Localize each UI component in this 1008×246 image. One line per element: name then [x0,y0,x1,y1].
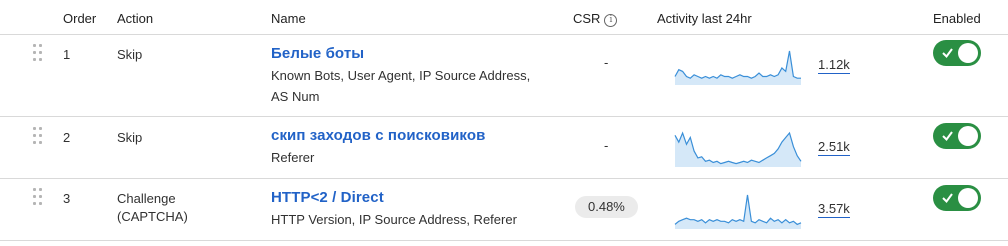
check-icon [942,48,953,59]
row-action-detail: (CAPTCHA) [117,209,188,224]
header-order[interactable]: Order [63,11,96,26]
rule-fields-continued: AS Num [271,89,320,104]
table-row: 2 Skip скип заходов с поисковиков Refere… [0,117,1008,179]
csr-value: - [604,138,609,153]
table-row: 3 Challenge (CAPTCHA) HTTP<2 / Direct HT… [0,179,1008,241]
drag-handle-icon[interactable] [33,127,43,147]
rule-name-link[interactable]: Белые боты [271,45,530,62]
row-action: Skip [117,130,143,145]
check-icon [942,131,953,142]
enabled-toggle[interactable] [933,40,981,66]
row-action: Challenge [117,191,176,206]
table-row: 1 Skip Белые боты Known Bots, User Agent… [0,35,1008,117]
row-order: 1 [63,47,71,62]
rules-table: Order Action Name CSR i Activity last 24h… [0,0,1008,246]
sparkline-area [675,195,801,229]
header-action[interactable]: Action [117,11,153,26]
activity-sparkline [674,131,802,167]
activity-count-link[interactable]: 2.51k [818,139,850,156]
rule-fields: Known Bots, User Agent, IP Source Addres… [271,68,531,83]
row-order: 3 [63,191,71,206]
rule-name-link[interactable]: скип заходов с поисковиков [271,127,485,144]
activity-sparkline [674,194,802,229]
header-csr-label: CSR [573,11,601,26]
drag-handle-icon[interactable] [33,44,43,64]
header-enabled: Enabled [933,11,981,26]
sparkline-line [674,194,802,226]
info-icon[interactable]: i [604,14,618,27]
table-header: Order Action Name CSR i Activity last 24h… [0,0,1008,35]
rule-fields: HTTP Version, IP Source Address, Referer [271,212,517,227]
row-order: 2 [63,130,71,145]
enabled-toggle[interactable] [933,185,981,211]
activity-count-link[interactable]: 1.12k [818,57,850,74]
drag-handle-icon[interactable] [33,188,43,208]
enabled-toggle[interactable] [933,123,981,149]
toggle-knob [958,188,978,208]
rule-name-cell: HTTP<2 / Direct HTTP Version, IP Source … [271,189,517,230]
row-action-cell: Challenge (CAPTCHA) [117,191,188,227]
rule-name-cell: Белые боты Known Bots, User Agent, IP So… [271,45,530,107]
rule-fields: Referer [271,150,315,165]
header-name[interactable]: Name [271,11,306,26]
check-icon [942,193,953,204]
activity-sparkline [674,50,801,85]
activity-count-link[interactable]: 3.57k [818,201,850,218]
header-csr: CSR i [573,11,618,27]
csr-value: - [604,55,609,70]
csr-badge: 0.48% [575,196,638,218]
toggle-knob [958,43,978,63]
toggle-knob [958,126,978,146]
header-activity: Activity last 24hr [657,11,752,26]
rule-name-cell: скип заходов с поисковиков Referer [271,127,485,168]
rule-name-link[interactable]: HTTP<2 / Direct [271,189,517,206]
row-action: Skip [117,47,143,62]
